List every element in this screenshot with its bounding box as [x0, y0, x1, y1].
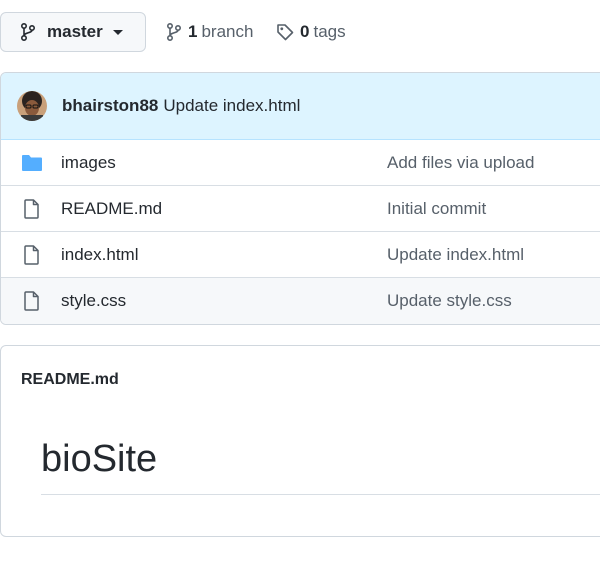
file-commit-message[interactable]: Update index.html: [387, 245, 524, 265]
file-name[interactable]: images: [61, 153, 116, 173]
heading-divider: [41, 494, 600, 495]
file-row-images[interactable]: images Add files via upload: [1, 140, 600, 186]
file-icon: [24, 199, 39, 219]
file-name[interactable]: README.md: [61, 199, 162, 219]
file-name[interactable]: style.css: [61, 291, 126, 311]
tag-count: 0: [300, 22, 310, 41]
tags-link[interactable]: 0 tags: [276, 12, 346, 52]
readme-filename[interactable]: README.md: [21, 371, 119, 389]
file-commit-message[interactable]: Initial commit: [387, 199, 486, 219]
file-icon: [24, 291, 39, 311]
branch-selector-button[interactable]: master: [0, 12, 146, 52]
file-icon: [24, 245, 39, 265]
file-commit-message[interactable]: Add files via upload: [387, 153, 534, 173]
folder-icon: [22, 155, 42, 171]
readme-heading: bioSite: [41, 438, 158, 480]
branch-count: 1: [188, 22, 198, 41]
git-branch-icon: [167, 23, 182, 41]
file-row-style-css[interactable]: style.css Update style.css: [1, 278, 600, 324]
file-row-readme[interactable]: README.md Initial commit: [1, 186, 600, 232]
branches-link[interactable]: 1 branch: [166, 12, 253, 52]
avatar[interactable]: [17, 91, 47, 121]
caret-down-icon: [112, 29, 123, 35]
tag-icon: [277, 24, 294, 41]
latest-commit-bar: bhairston88 Update index.html: [1, 73, 600, 140]
commit-author-link[interactable]: bhairston88: [62, 96, 158, 116]
git-branch-icon: [21, 23, 35, 41]
branch-selector-label: master: [47, 22, 103, 41]
readme-panel: README.md bioSite: [0, 345, 600, 537]
repo-toolbar: master 1 branch 0 tags: [0, 12, 600, 52]
file-list: bhairston88 Update index.html images Add…: [0, 72, 600, 325]
commit-message-link[interactable]: Update index.html: [163, 96, 300, 116]
file-commit-message[interactable]: Update style.css: [387, 291, 512, 311]
branch-count-label: branch: [201, 22, 254, 41]
file-row-index-html[interactable]: index.html Update index.html: [1, 232, 600, 278]
file-name[interactable]: index.html: [61, 245, 138, 265]
tag-count-label: tags: [313, 22, 346, 41]
